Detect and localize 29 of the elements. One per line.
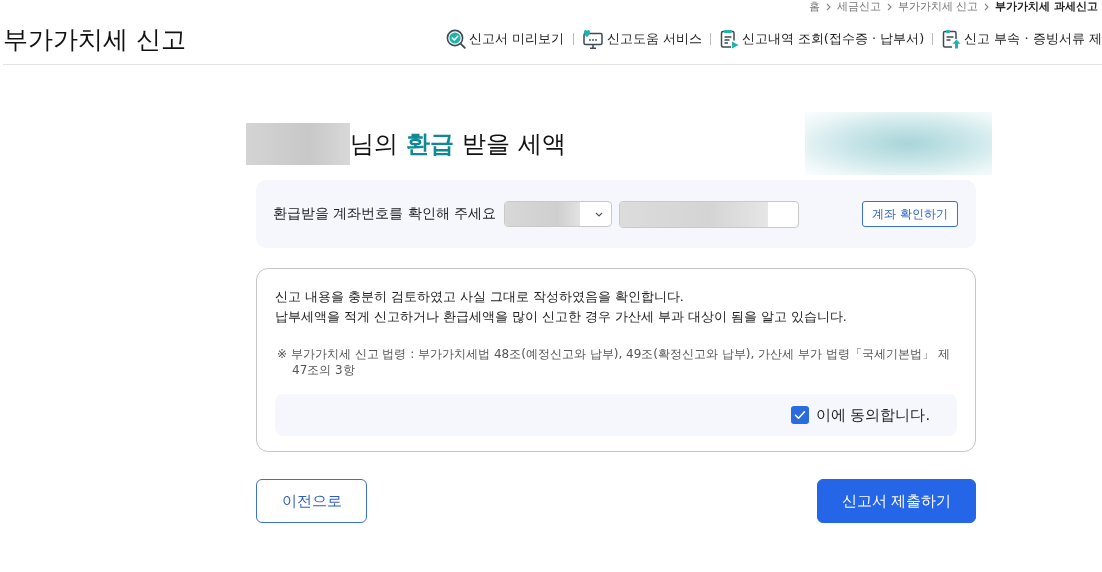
submit-button[interactable]: 신고서 제출하기	[817, 479, 976, 523]
breadcrumb-link[interactable]: 부가가치세 신고	[897, 0, 979, 14]
breadcrumb-link[interactable]: 부가가치세 과세신고	[995, 0, 1098, 14]
refund-heading: 님의 환급 받을 세액	[350, 128, 566, 160]
header-nav-link[interactable]: 신고내역 조회(접수증 · 납부서)	[718, 29, 925, 49]
page-title: 부가가치세 신고	[3, 23, 186, 56]
header-nav-link[interactable]: 신고서 미리보기	[446, 29, 565, 49]
header-nav-link[interactable]: 신고 부속 · 증빙서류 제	[941, 29, 1102, 49]
magnifier-check-icon	[446, 29, 467, 49]
chevron-right-icon	[886, 3, 892, 11]
check-icon	[793, 410, 806, 420]
chevron-right-icon	[825, 3, 831, 11]
statement-text: 납부세액을 적게 신고하거나 환급세액을 많이 신고한 경우 가산세 부과 대상이 됨을 알고 있습니다.	[275, 308, 848, 326]
statement-text: 신고 내용을 충분히 검토하였고 사실 그대로 작성하였음을 확인합니다.	[275, 288, 685, 306]
document-play-icon	[718, 29, 739, 49]
verify-account-button[interactable]: 계좌 확인하기	[862, 201, 958, 227]
account-number-field[interactable]	[618, 200, 799, 228]
chevron-right-icon	[984, 3, 990, 11]
bank-select[interactable]	[503, 201, 612, 227]
account-label: 환급받을 계좌번호를 확인해 주세요	[273, 205, 496, 223]
chevron-down-icon	[594, 211, 603, 217]
header-nav-link[interactable]: 신고도움 서비스	[581, 29, 702, 49]
consent-label[interactable]: 이에 동의합니다.	[815, 405, 930, 425]
law-note-text: ※ 부가가치세 신고 법령 : 부가가치세법 48조(예정신고와 납부), 49조(확정신고와 납부), 가산세 부가 법령「국세기본법」 제47조의 3항	[277, 346, 951, 378]
consent-checkbox[interactable]	[790, 406, 809, 424]
document-upload-icon	[941, 29, 962, 49]
back-button[interactable]: 이전으로	[256, 479, 367, 523]
breadcrumb-link[interactable]: 세금신고	[836, 0, 881, 14]
breadcrumb-link[interactable]: 홈	[808, 0, 820, 14]
